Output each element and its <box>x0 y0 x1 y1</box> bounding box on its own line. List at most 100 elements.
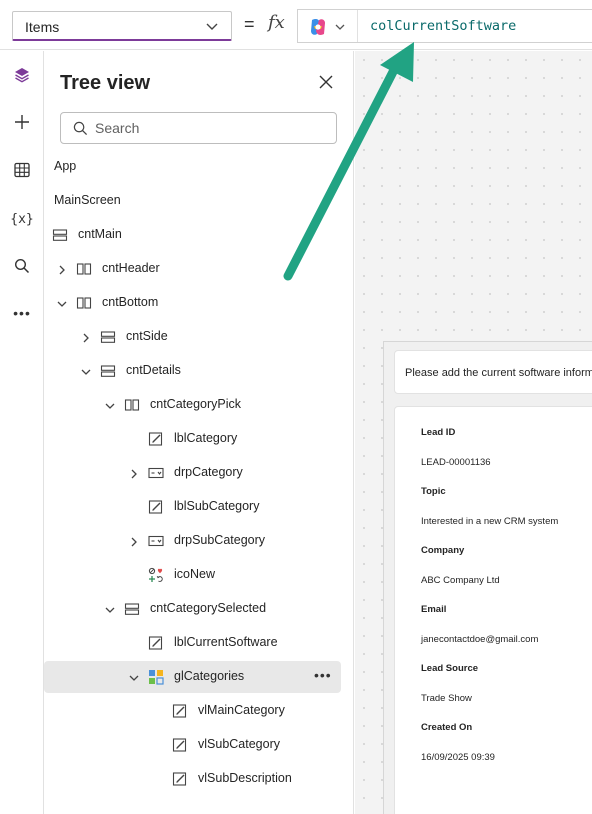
tree-node-cntcategoryselected[interactable]: cntCategorySelected <box>44 593 354 625</box>
field-value: LEAD-00001136 <box>421 457 491 468</box>
chevron-right-icon[interactable] <box>128 535 140 547</box>
variables-button[interactable]: {x} <box>6 203 38 235</box>
chevron-down-icon <box>334 20 346 38</box>
tree-node-app[interactable]: App <box>44 151 354 183</box>
field-label: Company <box>421 545 465 556</box>
more-icon[interactable]: ••• <box>314 667 332 683</box>
tree-node-label: MainScreen <box>54 193 121 207</box>
chevron-down-icon <box>205 19 219 38</box>
horizontal-container-icon <box>124 397 140 413</box>
layers-icon <box>13 66 31 89</box>
chevron-down-icon[interactable] <box>104 399 116 411</box>
formula-text: colCurrentSoftware <box>370 18 517 34</box>
chevron-down-icon[interactable] <box>80 365 92 377</box>
info-label[interactable]: Please add the current software inform <box>394 350 592 394</box>
label-edit-icon <box>148 635 164 651</box>
tree-view-button[interactable] <box>6 61 38 93</box>
field-label: Topic <box>421 486 446 497</box>
tree-node-cntmain[interactable]: cntMain <box>44 219 354 251</box>
tree-node-label: vlSubCategory <box>198 737 280 751</box>
tree-node-label: lblCurrentSoftware <box>174 635 278 649</box>
tree-node-label: cntCategoryPick <box>150 397 242 411</box>
copilot-button[interactable] <box>298 10 358 42</box>
tree-node-label: drpCategory <box>174 465 243 479</box>
variables-icon: {x} <box>10 211 34 227</box>
equals-sign: = <box>244 14 255 34</box>
vertical-container-icon <box>100 329 116 345</box>
tree-node-label: vlSubDescription <box>198 771 292 785</box>
tree-node-label: cntBottom <box>102 295 159 309</box>
tree-node-label: cntDetails <box>126 363 181 377</box>
dropdown-control-icon <box>148 465 164 481</box>
horizontal-container-icon <box>76 261 92 277</box>
field-value: janecontactdoe@gmail.com <box>421 634 539 645</box>
label-edit-icon <box>172 703 188 719</box>
formula-bar: Items = fx colCurrentSoftware <box>0 0 592 50</box>
plus-icon <box>13 113 31 136</box>
tree-node-label: cntSide <box>126 329 168 343</box>
chevron-down-icon[interactable] <box>128 671 140 683</box>
tree-node-label: drpSubCategory <box>174 533 266 547</box>
tree-node-label: glCategories <box>174 669 245 683</box>
tree-node-lblsubcategory[interactable]: lblSubCategory <box>44 491 354 523</box>
property-dropdown-value: Items <box>25 19 60 35</box>
label-edit-icon <box>148 431 164 447</box>
tree-node-glcategories[interactable]: glCategories ••• <box>44 661 341 693</box>
tree-node-drpsubcategory[interactable]: drpSubCategory <box>44 525 354 557</box>
field-value: ABC Company Ltd <box>421 575 500 586</box>
tree-node-label: cntHeader <box>102 261 160 275</box>
tree-node-lblcurrentsoftware[interactable]: lblCurrentSoftware <box>44 627 354 659</box>
more-options-button[interactable]: ••• <box>6 297 38 329</box>
search-rail-button[interactable] <box>6 252 38 284</box>
tree-node-label: icoNew <box>174 567 215 581</box>
close-icon[interactable] <box>316 72 336 92</box>
details-card[interactable]: Lead ID LEAD-00001136 Topic Interested i… <box>394 406 592 814</box>
tree-node-iconew[interactable]: icoNew <box>44 559 354 591</box>
tree-node-drpcategory[interactable]: drpCategory <box>44 457 354 489</box>
label-edit-icon <box>172 737 188 753</box>
chevron-right-icon[interactable] <box>56 263 68 275</box>
horizontal-container-icon <box>76 295 92 311</box>
property-dropdown[interactable]: Items <box>12 11 232 41</box>
search-icon <box>14 258 30 279</box>
formula-input[interactable]: colCurrentSoftware <box>297 9 592 43</box>
tree-node-cntbottom[interactable]: cntBottom <box>44 287 354 319</box>
field-label: Lead Source <box>421 663 479 674</box>
field-label: Email <box>421 604 447 615</box>
insert-button[interactable] <box>6 108 38 140</box>
gallery-icon <box>148 669 164 685</box>
info-label-text: Please add the current software inform <box>405 367 592 379</box>
field-value: 16/09/2025 09:39 <box>421 752 495 763</box>
tree-node-mainscreen[interactable]: MainScreen <box>44 185 354 217</box>
app-screen-preview[interactable]: Please add the current software inform L… <box>383 341 592 814</box>
vertical-container-icon <box>124 601 140 617</box>
tree-node-cntdetails[interactable]: cntDetails <box>44 355 354 387</box>
tree-node-vlmaincategory[interactable]: vlMainCategory <box>44 695 354 727</box>
field-label: Created On <box>421 722 473 733</box>
panel-title: Tree view <box>60 72 151 94</box>
chevron-right-icon[interactable] <box>80 331 92 343</box>
search-icon <box>73 121 88 141</box>
vertical-container-icon <box>100 363 116 379</box>
data-button[interactable] <box>6 156 38 188</box>
vertical-container-icon <box>52 227 68 243</box>
more-icon: ••• <box>13 305 31 321</box>
tree-node-vlsubdescription[interactable]: vlSubDescription <box>44 763 354 795</box>
tree-node-lblcategory[interactable]: lblCategory <box>44 423 354 455</box>
chevron-down-icon[interactable] <box>56 297 68 309</box>
tree-node-cntheader[interactable]: cntHeader <box>44 253 354 285</box>
tree-node-vlsubcategory[interactable]: vlSubCategory <box>44 729 354 761</box>
copilot-logo-icon <box>308 17 328 42</box>
chevron-right-icon[interactable] <box>128 467 140 479</box>
field-value: Interested in a new CRM system <box>421 516 559 527</box>
tree-node-cntcategorypick[interactable]: cntCategoryPick <box>44 389 354 421</box>
tree-node-cntside[interactable]: cntSide <box>44 321 354 353</box>
fx-icon: fx <box>268 12 285 33</box>
tree-node-label: lblSubCategory <box>174 499 260 513</box>
label-edit-icon <box>172 771 188 787</box>
table-icon <box>13 161 31 184</box>
search-input[interactable] <box>95 118 325 138</box>
design-canvas[interactable]: Please add the current software inform L… <box>355 51 592 814</box>
chevron-down-icon[interactable] <box>104 603 116 615</box>
icons-control-icon <box>148 567 164 583</box>
